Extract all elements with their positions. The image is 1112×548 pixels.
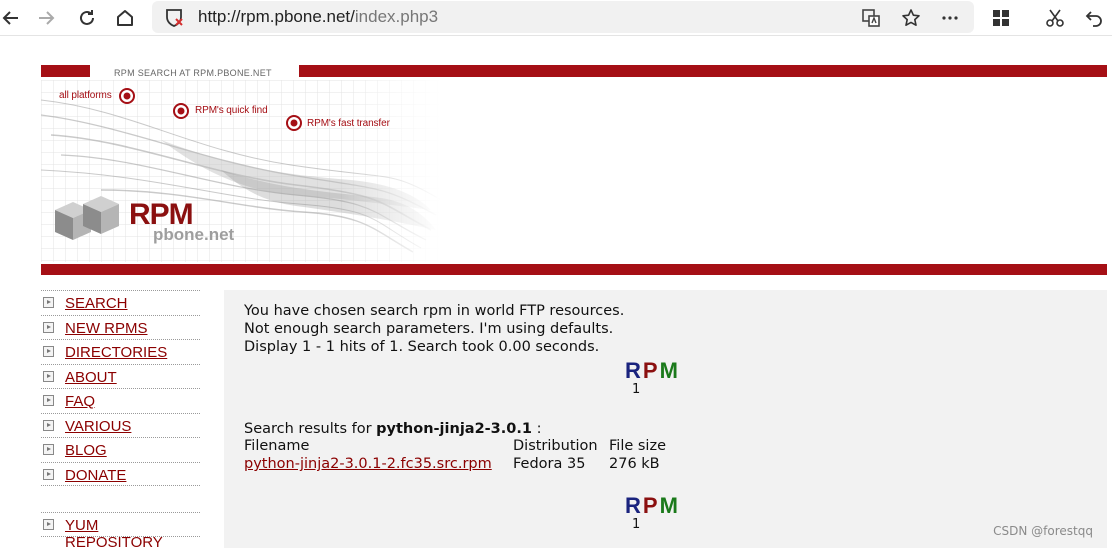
favorite-button[interactable] — [899, 6, 923, 30]
rpm-logo-m: M — [659, 358, 680, 383]
screenshot-button[interactable] — [1040, 3, 1070, 33]
browser-toolbar: http://rpm.pbone.net/index.php3 — [0, 0, 1112, 36]
not-secure-icon[interactable] — [164, 7, 186, 29]
home-icon — [117, 10, 133, 26]
info-line-1: You have chosen search rpm in world FTP … — [244, 303, 625, 319]
apps-button[interactable] — [986, 3, 1016, 33]
info-line-3: Display 1 - 1 hits of 1. Search took 0.0… — [244, 339, 600, 355]
arrow-bullet-icon — [43, 468, 54, 480]
reload-button[interactable] — [72, 3, 102, 33]
undo-button[interactable] — [1080, 3, 1110, 33]
arrow-bullet-icon — [43, 321, 54, 333]
back-button[interactable] — [0, 3, 26, 33]
rpm-page-logo-bottom: RPM — [625, 495, 680, 517]
sidebar-link[interactable]: YUM REPOSITORY — [65, 517, 200, 548]
watermark: CSDN @forestqq — [993, 524, 1093, 538]
banner-label-fast-transfer: RPM's fast transfer — [307, 118, 390, 129]
sidebar-link[interactable]: SEARCH — [65, 295, 128, 312]
sidebar-item-donate[interactable]: DONATE — [41, 461, 200, 486]
sidebar-item-search[interactable]: SEARCH — [41, 290, 200, 315]
back-icon — [2, 11, 18, 25]
translate-button[interactable] — [859, 6, 883, 30]
sidebar-link[interactable]: FAQ — [65, 393, 95, 410]
undo-icon — [1085, 11, 1102, 27]
results-prefix: Search results for — [244, 421, 372, 437]
logo-sub-text: pbone.net — [153, 225, 235, 244]
banner-label-all-platforms: all platforms — [59, 90, 112, 101]
sidebar-item-directories[interactable]: DIRECTORIES — [41, 339, 200, 364]
rpm-logo-p: P — [642, 358, 660, 383]
rpm-logo-r: R — [625, 358, 643, 383]
banner-bottom-bar — [41, 264, 1107, 275]
sidebar-link[interactable]: NEW RPMS — [65, 320, 148, 337]
url-text[interactable]: http://rpm.pbone.net/index.php3 — [198, 7, 438, 27]
info-line-2: Not enough search parameters. I'm using … — [244, 321, 614, 337]
arrow-bullet-icon — [43, 419, 54, 431]
sidebar-link[interactable]: BLOG — [65, 442, 107, 459]
banner-top-bar-left — [41, 65, 90, 77]
results-heading: Search results for python-jinja2-3.0.1 : — [244, 420, 541, 438]
sidebar-item-about[interactable]: ABOUT — [41, 363, 200, 389]
banner-top-bar-right — [299, 65, 1107, 77]
banner-image[interactable]: all platforms RPM's quick find RPM's fas… — [41, 80, 441, 262]
sidebar-item-various[interactable]: VARIOUS — [41, 412, 200, 438]
arrow-bullet-icon — [43, 370, 54, 382]
reload-icon — [80, 10, 94, 25]
url-host: http://rpm.pbone.net/ — [198, 7, 355, 26]
sidebar-item-faq[interactable]: FAQ — [41, 388, 200, 413]
sidebar-nav: SEARCH NEW RPMS DIRECTORIES ABOUT FAQ VA… — [41, 290, 200, 548]
forward-button[interactable] — [31, 3, 61, 33]
rpm-file-link[interactable]: python-jinja2-3.0.1-2.fc35.src.rpm — [244, 455, 492, 473]
rpm-logo-r: R — [625, 493, 643, 518]
search-results-panel: You have chosen search rpm in world FTP … — [224, 290, 1107, 548]
screenshot-scissors-icon — [1046, 9, 1064, 27]
banner-label-quick-find: RPM's quick find — [195, 105, 268, 116]
distribution-cell: Fedora 35 — [513, 456, 586, 472]
translate-icon — [862, 9, 880, 27]
page-number-link[interactable]: 1 — [632, 382, 640, 397]
forward-icon — [39, 11, 55, 25]
sidebar-item-new-rpms[interactable]: NEW RPMS — [41, 314, 200, 340]
url-path: index.php3 — [354, 7, 439, 26]
arrow-bullet-icon — [43, 519, 54, 530]
arrow-bullet-icon — [43, 444, 54, 455]
column-header-size: File size — [609, 438, 666, 454]
column-header-distribution: Distribution — [513, 438, 598, 454]
more-button[interactable] — [938, 6, 962, 30]
sidebar-link[interactable]: VARIOUS — [65, 418, 131, 435]
sidebar-link[interactable]: DONATE — [65, 467, 126, 484]
file-size-cell: 276 kB — [609, 456, 660, 472]
arrow-bullet-icon — [43, 297, 54, 308]
banner-caption: RPM SEARCH AT RPM.PBONE.NET — [114, 68, 272, 78]
home-button[interactable] — [110, 3, 140, 33]
favorite-star-icon — [902, 9, 920, 26]
rpm-page-logo: RPM — [625, 360, 680, 382]
sidebar-link[interactable]: ABOUT — [65, 369, 117, 386]
sidebar-link[interactable]: DIRECTORIES — [65, 344, 167, 361]
sidebar-item-blog[interactable]: BLOG — [41, 437, 200, 462]
sidebar-item-yum-repository[interactable]: YUM REPOSITORY — [41, 512, 200, 548]
arrow-bullet-icon — [43, 346, 54, 357]
column-header-filename: Filename — [244, 438, 310, 454]
arrow-bullet-icon — [43, 395, 54, 406]
address-bar[interactable]: http://rpm.pbone.net/index.php3 — [152, 1, 974, 33]
apps-grid-icon — [993, 10, 1009, 26]
more-icon — [942, 16, 958, 20]
page-number-link-bottom[interactable]: 1 — [632, 517, 640, 532]
rpm-logo-p: P — [642, 493, 660, 518]
rpm-logo-m: M — [659, 493, 680, 518]
search-query: python-jinja2-3.0.1 — [376, 421, 532, 437]
results-suffix: : — [536, 421, 542, 437]
